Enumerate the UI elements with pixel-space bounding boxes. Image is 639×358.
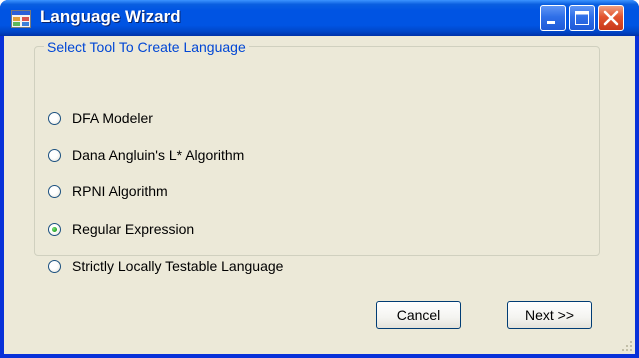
title-bar[interactable]: Language Wizard [0, 0, 639, 36]
radio-button[interactable] [48, 111, 61, 125]
radio-option-rpni[interactable]: RPNI Algorithm [48, 180, 168, 202]
cancel-button[interactable]: Cancel [376, 301, 461, 329]
radio-button[interactable] [48, 184, 61, 198]
radio-label: Dana Angluin's L* Algorithm [72, 147, 245, 163]
radio-button[interactable] [48, 259, 61, 273]
radio-button[interactable] [48, 148, 61, 162]
close-button[interactable] [598, 5, 624, 31]
maximize-icon [575, 11, 589, 25]
radio-option-dfa-modeler[interactable]: DFA Modeler [48, 107, 153, 129]
minimize-icon [547, 21, 555, 24]
close-icon [603, 10, 619, 26]
radio-button[interactable] [48, 222, 61, 236]
radio-option-angluin-l-star[interactable]: Dana Angluin's L* Algorithm [48, 144, 244, 166]
radio-option-strictly-locally-testable[interactable]: Strictly Locally Testable Language [48, 255, 283, 277]
resize-grip-icon[interactable] [621, 340, 633, 352]
maximize-button[interactable] [569, 5, 595, 31]
app-icon [11, 10, 31, 28]
next-button[interactable]: Next >> [507, 301, 592, 329]
minimize-button[interactable] [540, 5, 566, 31]
radio-label: Strictly Locally Testable Language [72, 258, 284, 274]
radio-label: Regular Expression [72, 221, 195, 237]
radio-option-regular-expression[interactable]: Regular Expression [48, 218, 194, 240]
radio-label: DFA Modeler [72, 110, 153, 126]
radio-label: RPNI Algorithm [72, 183, 168, 199]
group-legend: Select Tool To Create Language [44, 39, 249, 55]
window-title: Language Wizard [40, 7, 181, 26]
